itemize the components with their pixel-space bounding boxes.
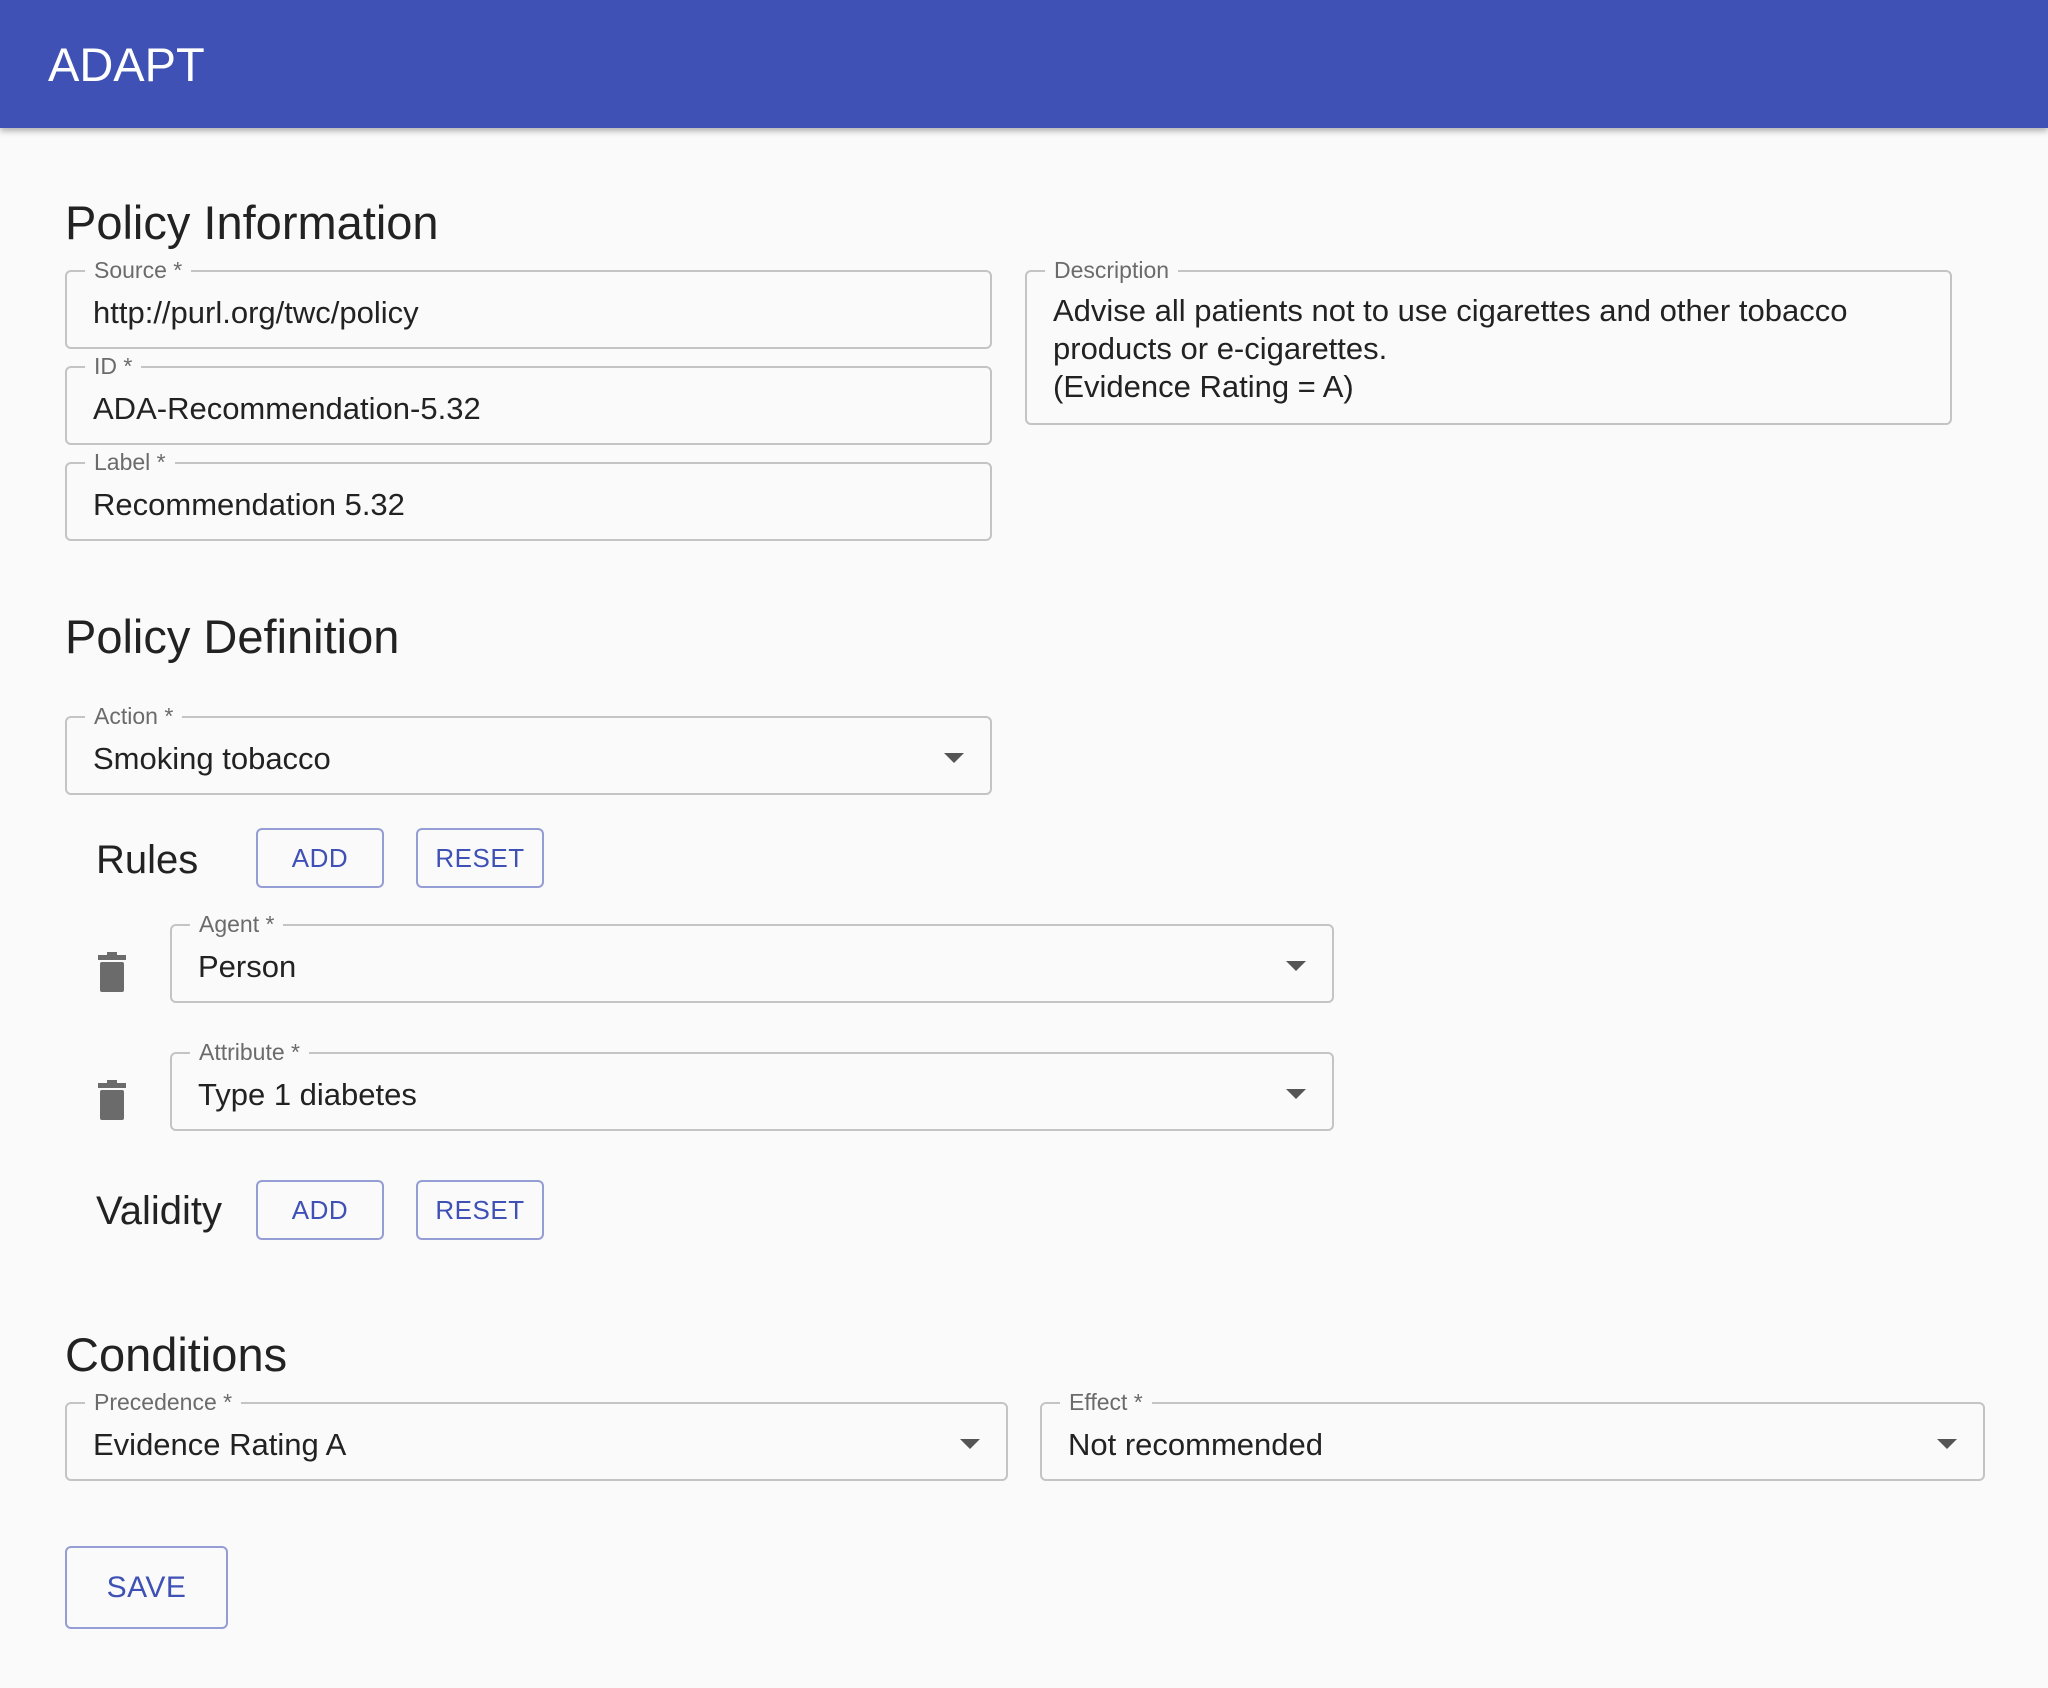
description-line: (Evidence Rating = A) [1053,369,1354,404]
precedence-select-value: Evidence Rating A [93,1427,347,1462]
validity-add-button[interactable]: ADD [256,1180,384,1240]
trash-icon[interactable] [98,1080,126,1120]
source-input[interactable]: http://purl.org/twc/policy [93,294,910,332]
effect-select-label: Effect * [1060,1388,1152,1416]
id-field-label: ID * [85,352,142,380]
save-button[interactable]: SAVE [65,1546,228,1629]
precedence-select[interactable]: Precedence * Evidence Rating A [65,1388,1008,1481]
effect-select-value: Not recommended [1068,1427,1324,1462]
rules-title: Rules [96,838,199,882]
precedence-select-label: Precedence * [85,1388,242,1416]
label-field-label: Label * [85,448,175,476]
policy-information-title: Policy Information [65,196,439,249]
policy-definition-title: Policy Definition [65,610,400,663]
action-select-label: Action * [85,702,183,730]
action-select-value: Smoking tobacco [93,741,331,776]
trash-icon[interactable] [98,952,126,992]
attribute-select-value: Type 1 diabetes [198,1077,417,1112]
dropdown-arrow-icon[interactable] [944,753,964,763]
app-title: ADAPT [48,38,205,91]
validity-title: Validity [96,1189,222,1233]
dropdown-arrow-icon[interactable] [960,1439,980,1449]
dropdown-arrow-icon[interactable] [1937,1439,1957,1449]
agent-select-label: Agent * [190,910,284,938]
action-select[interactable]: Action * Smoking tobacco [65,702,992,795]
agent-select-value: Person [198,949,297,984]
conditions-title: Conditions [65,1328,288,1381]
id-field[interactable]: ID * ADA-Recommendation-5.32 [65,352,992,445]
source-field[interactable]: Source * http://purl.org/twc/policy [65,256,992,349]
description-textarea[interactable]: Advise all patients not to use cigarette… [1053,292,1910,406]
rules-reset-button[interactable]: RESET [416,828,544,888]
dropdown-arrow-icon[interactable] [1286,1089,1306,1099]
validity-reset-button[interactable]: RESET [416,1180,544,1240]
description-line: products or e-cigarettes. [1053,331,1388,366]
label-field[interactable]: Label * Recommendation 5.32 [65,448,992,541]
description-field-label: Description [1045,256,1179,284]
id-input[interactable]: ADA-Recommendation-5.32 [93,390,910,428]
rules-add-button[interactable]: ADD [256,828,384,888]
agent-select[interactable]: Agent * Person [170,910,1334,1003]
dropdown-arrow-icon[interactable] [1286,961,1306,971]
effect-select[interactable]: Effect * Not recommended [1040,1388,1985,1481]
app-bar: ADAPT [0,0,2048,128]
label-input[interactable]: Recommendation 5.32 [93,486,910,524]
attribute-select[interactable]: Attribute * Type 1 diabetes [170,1038,1334,1131]
attribute-select-label: Attribute * [190,1038,309,1066]
description-field[interactable]: Description Advise all patients not to u… [1025,256,1952,425]
description-line: Advise all patients not to use cigarette… [1053,293,1848,328]
source-field-label: Source * [85,256,192,284]
